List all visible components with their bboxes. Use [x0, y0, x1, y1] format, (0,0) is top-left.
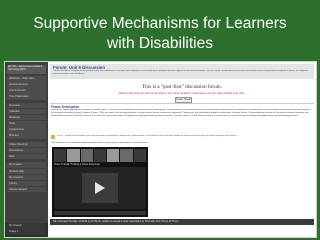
notice-title: This is a "post-first" discussion forum.: [141, 84, 223, 90]
sidebar-item-my-groups[interactable]: My Groups: [7, 223, 46, 229]
sidebar-item[interactable]: Calendar: [7, 108, 46, 115]
slide-title-line2: with Disabilities: [107, 35, 213, 52]
sidebar-item[interactable]: Online Meetings: [7, 141, 46, 148]
slide: Supportive Mechanisms for Learners with …: [0, 0, 320, 240]
notice-subtitle: Please note that you will not be able to…: [118, 91, 245, 95]
video-thumbnail: [80, 149, 93, 162]
sidebar-item[interactable]: Welcome – Start Here: [7, 76, 46, 82]
sidebar-item[interactable]: Your Classmates: [7, 94, 46, 100]
video-thumbnail: [93, 149, 107, 162]
alert-text[interactable]: NOTE – During this discussion, you have …: [57, 135, 237, 137]
sidebar-item[interactable]: Help: [7, 153, 46, 160]
sidebar-menu: Welcome – Start Here Announcements Your …: [5, 76, 48, 193]
sidebar-item[interactable]: Library: [7, 180, 46, 187]
sidebar-item[interactable]: My Grades: [7, 162, 46, 168]
slide-title-line1: Supportive Mechanisms for Learners: [33, 15, 287, 32]
video-thumbnail: [120, 149, 133, 162]
sidebar-item[interactable]: Modules: [7, 133, 46, 139]
sidebar-item[interactable]: Overview: [7, 102, 46, 109]
video-player[interactable]: Video Tutorial: Posting a Video Response: [52, 147, 148, 217]
sidebar-item[interactable]: Student Help: [7, 168, 46, 175]
forum-main: Forum: Unit 6 Discussion Forum Descripti…: [48, 62, 316, 237]
sidebar-item[interactable]: Your Instructor: [7, 88, 46, 94]
course-name[interactable]: EDT438 – Social Justice Media & Technolo…: [7, 65, 46, 74]
sidebar-item[interactable]: Assignments: [7, 127, 46, 133]
play-icon[interactable]: [95, 182, 105, 194]
forum-header: Forum: Unit 6 Discussion Forum Descripti…: [50, 64, 314, 79]
slide-title: Supportive Mechanisms for Learners with …: [0, 14, 320, 54]
sidebar-item[interactable]: Tools: [7, 121, 46, 127]
video-frame[interactable]: [54, 167, 146, 209]
warning-icon: [51, 135, 55, 139]
forum-description: Forum Description: Respond to the prompt…: [53, 70, 309, 75]
lms-screenshot: EDT438 – Social Justice Media & Technolo…: [4, 61, 317, 238]
closing-text: This instructor has recorded the support…: [51, 142, 148, 144]
video-title: Video Tutorial: Posting a Video Response: [54, 163, 101, 166]
sidebar-item-group[interactable]: Group 1: [7, 229, 46, 235]
post-first-notice: This is a "post-first" discussion forum.…: [48, 84, 316, 95]
sidebar-item[interactable]: Course Support: [7, 186, 46, 193]
sidebar-item[interactable]: Readings: [7, 114, 46, 121]
video-thumbnail: [54, 149, 67, 162]
sidebar-item[interactable]: My Courses: [7, 174, 46, 181]
sidebar-item[interactable]: Announcements: [7, 82, 46, 88]
sidebar-groups: My Groups Group 1: [5, 223, 48, 237]
sidebar-item[interactable]: Discussions: [7, 147, 46, 154]
video-controls[interactable]: [54, 211, 146, 215]
reply-thread-bar[interactable]: RE: Initial post Sunday, 11/13/11 by 11:…: [50, 219, 314, 225]
video-thumbnail: [107, 149, 120, 162]
course-sidebar: EDT438 – Social Justice Media & Technolo…: [5, 62, 48, 237]
divider: [50, 103, 314, 104]
video-thumbnail: [67, 149, 80, 162]
video-option-alert: NOTE – During this discussion, you have …: [51, 135, 314, 141]
video-thumbnail-strip: [54, 149, 146, 162]
forum-prompt-text: Part A of the following questions is req…: [51, 109, 311, 117]
video-thumbnail: [133, 149, 146, 162]
